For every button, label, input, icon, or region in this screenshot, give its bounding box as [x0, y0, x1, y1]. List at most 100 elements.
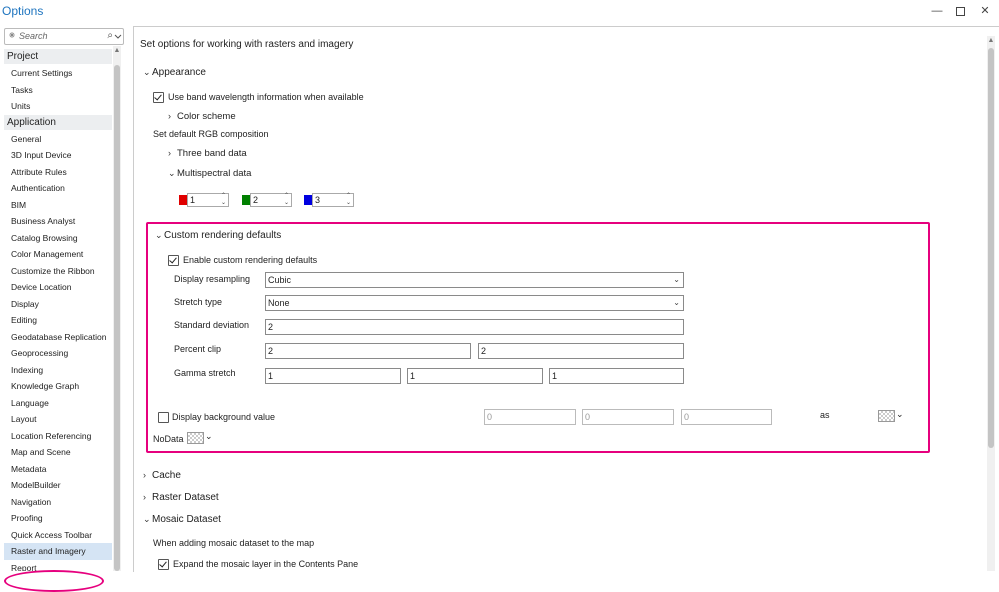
scroll-up-icon[interactable]: ▲ [987, 36, 995, 46]
nav-item-authentication[interactable]: Authentication [4, 180, 112, 197]
section-cache[interactable]: › Cache [143, 470, 181, 481]
nav-item-metadata[interactable]: Metadata [4, 461, 112, 478]
nav-item-navigation[interactable]: Navigation [4, 494, 112, 511]
nav-item-quick-access-toolbar[interactable]: Quick Access Toolbar [4, 527, 112, 544]
search-dropdown-icon[interactable] [114, 30, 122, 42]
nav-item-bim[interactable]: BIM [4, 197, 112, 214]
color-scheme-expander[interactable]: › Color scheme [168, 111, 236, 122]
nav-item-current-settings[interactable]: Current Settings [4, 65, 112, 82]
nav-list: Project Current Settings Tasks Units Appli… [4, 49, 112, 571]
window-title: Options [2, 4, 44, 18]
when-adding-label: When adding mosaic dataset to the map [153, 538, 315, 548]
nav-item-map-and-scene[interactable]: Map and Scene [4, 444, 112, 461]
nav-item-customize-the-ribbon[interactable]: Customize the Ribbon [4, 263, 112, 280]
use-band-checkbox[interactable] [153, 92, 164, 103]
display-bg-label: Display background value [172, 412, 276, 422]
search-options-icon [9, 32, 15, 38]
gamma-input-2[interactable]: 1 [407, 368, 543, 384]
section-raster-dataset[interactable]: › Raster Dataset [143, 492, 219, 503]
nav-item-attribute-rules[interactable]: Attribute Rules [4, 164, 112, 181]
nav-item-modelbuilder[interactable]: ModelBuilder [4, 477, 112, 494]
nav-item-color-management[interactable]: Color Management [4, 246, 112, 263]
red-band-swatch [179, 195, 187, 205]
nav-item-indexing[interactable]: Indexing [4, 362, 112, 379]
nav-section-application: Application [4, 114, 112, 130]
chevron-right-icon: › [143, 492, 146, 502]
nav-item-3d-input-device[interactable]: 3D Input Device [4, 147, 112, 164]
nav-item-geodatabase-replication[interactable]: Geodatabase Replication [4, 329, 112, 346]
blue-band-spinner[interactable]: 3 ⌃ ⌄ [312, 193, 354, 207]
gamma-input-1[interactable]: 1 [265, 368, 401, 384]
spinner-arrows-icon[interactable]: ⌃ ⌄ [284, 193, 289, 207]
nodata-label: NoData [153, 434, 184, 444]
resampling-label: Display resampling [174, 274, 251, 284]
nodata-color-swatch[interactable] [187, 432, 204, 444]
spinner-arrows-icon[interactable]: ⌃ ⌄ [221, 193, 226, 207]
nav-item-editing[interactable]: Editing [4, 312, 112, 329]
rgb-composition-label: Set default RGB composition [153, 129, 269, 139]
stretch-type-select[interactable]: None ⌄ [265, 295, 684, 311]
nav-item-device-location[interactable]: Device Location [4, 279, 112, 296]
red-band-spinner[interactable]: 1 ⌃ ⌄ [187, 193, 229, 207]
section-custom-rendering[interactable]: ⌄Custom rendering defaults [155, 230, 281, 241]
chevron-down-icon: ⌄ [143, 514, 151, 524]
resampling-select[interactable]: Cubic ⌄ [265, 272, 684, 288]
bg-value-input-1[interactable]: 0 [484, 409, 576, 425]
bg-value-input-2[interactable]: 0 [582, 409, 674, 425]
chevron-down-icon: ⌄ [155, 230, 163, 240]
selected-item-highlight-oval [4, 570, 104, 592]
enable-custom-checkbox[interactable] [168, 255, 179, 266]
nav-item-proofing[interactable]: Proofing [4, 510, 112, 527]
content-scrollbar[interactable]: ▲ [987, 36, 995, 571]
expand-mosaic-checkbox[interactable] [158, 559, 169, 570]
nav-item-catalog-browsing[interactable]: Catalog Browsing [4, 230, 112, 247]
use-band-label: Use band wavelength information when ava… [168, 92, 364, 102]
chevron-right-icon: › [143, 470, 146, 480]
nav-item-business-analyst[interactable]: Business Analyst [4, 213, 112, 230]
search-placeholder: Search [19, 31, 48, 41]
content-scroll-thumb[interactable] [988, 48, 994, 448]
nav-item-display[interactable]: Display [4, 296, 112, 313]
title-bar: Options — ✕ [0, 0, 999, 24]
gamma-input-3[interactable]: 1 [549, 368, 684, 384]
enable-custom-label: Enable custom rendering defaults [183, 255, 318, 265]
nav-scroll-thumb[interactable] [114, 65, 120, 571]
section-appearance[interactable]: ⌄Appearance [143, 67, 206, 78]
green-band-swatch [242, 195, 250, 205]
nav-item-knowledge-graph[interactable]: Knowledge Graph [4, 378, 112, 395]
nav-item-units[interactable]: Units [4, 98, 112, 115]
close-button[interactable]: ✕ [978, 4, 992, 18]
search-icon[interactable]: ⌕ [107, 30, 113, 41]
search-input[interactable]: Search ⌕ [4, 28, 124, 45]
percent-clip-label: Percent clip [174, 344, 222, 354]
minimize-button[interactable]: — [930, 4, 944, 18]
nav-item-geoprocessing[interactable]: Geoprocessing [4, 345, 112, 362]
display-bg-checkbox[interactable] [158, 412, 169, 423]
nav-item-location-referencing[interactable]: Location Referencing [4, 428, 112, 445]
as-label: as [820, 410, 830, 420]
chevron-down-icon[interactable]: ⌄ [205, 431, 213, 442]
three-band-expander[interactable]: › Three band data [168, 148, 247, 159]
nav-item-raster-and-imagery[interactable]: Raster and Imagery [4, 543, 112, 560]
scroll-up-icon[interactable]: ▲ [113, 46, 121, 56]
nav-item-tasks[interactable]: Tasks [4, 82, 112, 99]
gamma-label: Gamma stretch [174, 368, 236, 378]
chevron-down-icon: ⌄ [673, 275, 680, 284]
chevron-down-icon[interactable]: ⌄ [896, 409, 904, 420]
bg-color-swatch[interactable] [878, 410, 895, 422]
maximize-button[interactable] [953, 4, 967, 18]
percent-clip-max-input[interactable]: 2 [478, 343, 684, 359]
green-band-spinner[interactable]: 2 ⌃ ⌄ [250, 193, 292, 207]
bg-value-input-3[interactable]: 0 [681, 409, 772, 425]
section-mosaic-dataset[interactable]: ⌄Mosaic Dataset [143, 514, 221, 525]
nav-item-layout[interactable]: Layout [4, 411, 112, 428]
nav-item-general[interactable]: General [4, 131, 112, 148]
stretch-type-label: Stretch type [174, 297, 223, 307]
percent-clip-min-input[interactable]: 2 [265, 343, 471, 359]
nav-scrollbar[interactable]: ▲ [113, 46, 121, 571]
stddev-input[interactable]: 2 [265, 319, 684, 335]
multispectral-expander[interactable]: ⌄Multispectral data [168, 168, 251, 179]
spinner-arrows-icon[interactable]: ⌃ ⌄ [346, 193, 351, 207]
expand-mosaic-label: Expand the mosaic layer in the Contents … [173, 559, 359, 569]
nav-item-language[interactable]: Language [4, 395, 112, 412]
